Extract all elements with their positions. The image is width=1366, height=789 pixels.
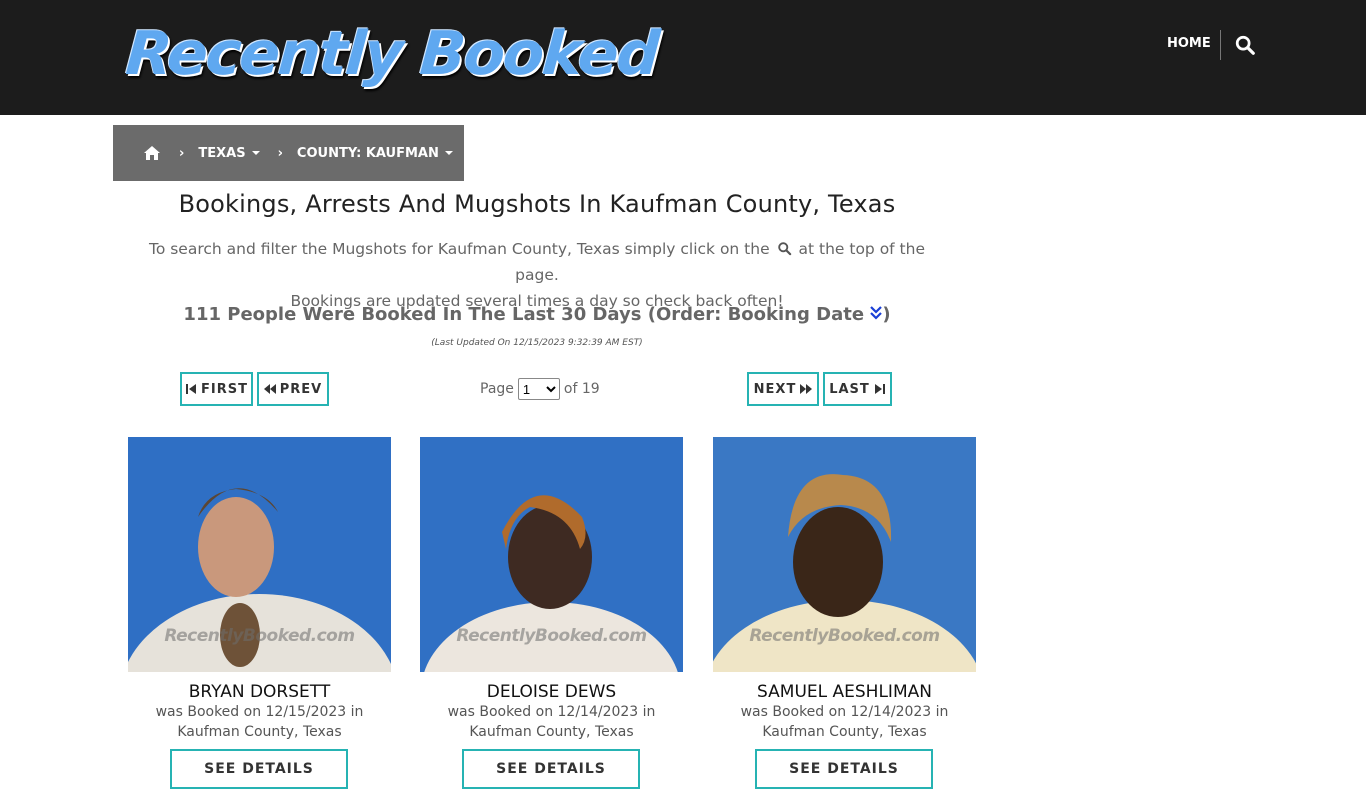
booking-date: was Booked on 12/15/2023 in xyxy=(155,704,364,720)
search-icon xyxy=(777,238,792,256)
watermark: RecentlyBooked.com xyxy=(456,626,647,646)
nav-home-link[interactable]: HOME xyxy=(1167,36,1211,51)
booking-card[interactable]: RecentlyBooked.com BRYAN DORSETT was Boo… xyxy=(128,437,391,789)
intro-part1: To search and filter the Mugshots for Ka… xyxy=(148,240,770,258)
fast-forward-icon xyxy=(800,384,813,394)
booking-count-text: 111 People Were Booked In The Last 30 Da… xyxy=(183,304,865,325)
breadcrumb-county-label: COUNTY: KAUFMAN xyxy=(296,145,439,161)
breadcrumb-county[interactable]: COUNTY: KAUFMAN xyxy=(297,146,453,161)
booking-location: Kaufman County, Texas xyxy=(762,724,927,740)
breadcrumb: › TEXAS › COUNTY: KAUFMAN xyxy=(113,125,464,181)
booking-card[interactable]: RecentlyBooked.com SAMUEL AESHLIMAN was … xyxy=(713,437,976,789)
chevron-right-icon: › xyxy=(179,145,185,161)
intro-text: To search and filter the Mugshots for Ka… xyxy=(127,236,947,314)
breadcrumb-state[interactable]: TEXAS xyxy=(198,145,260,161)
booking-date: was Booked on 12/14/2023 in xyxy=(740,704,949,720)
booking-location: Kaufman County, Texas xyxy=(177,724,342,740)
sort-order-icon[interactable] xyxy=(870,305,883,321)
first-icon xyxy=(186,384,197,394)
see-details-button[interactable]: SEE DETAILS xyxy=(462,749,640,789)
person-name[interactable]: BRYAN DORSETT xyxy=(128,682,391,702)
page-total: of 19 xyxy=(563,381,600,397)
see-details-button[interactable]: SEE DETAILS xyxy=(755,749,933,789)
person-name[interactable]: SAMUEL AESHLIMAN xyxy=(713,682,976,702)
booking-card[interactable]: RecentlyBooked.com DELOISE DEWS was Book… xyxy=(420,437,683,789)
first-label: FIRST xyxy=(201,381,248,397)
breadcrumb-state-label: TEXAS xyxy=(198,145,246,161)
caret-down-icon xyxy=(444,151,453,155)
caret-down-icon xyxy=(251,151,260,155)
last-updated: (Last Updated On 12/15/2023 9:32:39 AM E… xyxy=(431,338,643,348)
nav-divider xyxy=(1220,30,1221,60)
booking-date: was Booked on 12/14/2023 in xyxy=(447,704,656,720)
person-name[interactable]: DELOISE DEWS xyxy=(420,682,683,702)
page-label: Page xyxy=(480,381,514,397)
watermark: RecentlyBooked.com xyxy=(164,626,355,646)
booking-count: 111 People Were Booked In The Last 30 Da… xyxy=(127,304,947,325)
last-label: LAST xyxy=(829,381,870,397)
booking-location: Kaufman County, Texas xyxy=(469,724,634,740)
booking-count-close: ) xyxy=(882,304,891,325)
last-icon xyxy=(874,384,885,394)
next-page-button[interactable]: NEXT xyxy=(747,372,819,406)
next-label: NEXT xyxy=(753,381,797,397)
top-header: Recently Booked HOME xyxy=(0,0,1366,115)
chevron-right-icon: › xyxy=(277,145,283,161)
first-page-button[interactable]: FIRST xyxy=(180,372,253,406)
see-details-button[interactable]: SEE DETAILS xyxy=(170,749,348,789)
last-page-button[interactable]: LAST xyxy=(823,372,892,406)
mugshot-photo[interactable]: RecentlyBooked.com xyxy=(420,437,683,672)
page-selector: Page 1 of 19 xyxy=(480,378,600,400)
watermark: RecentlyBooked.com xyxy=(749,626,940,646)
search-icon[interactable] xyxy=(1234,34,1256,56)
page-select[interactable]: 1 xyxy=(517,378,560,400)
mugshot-photo[interactable]: RecentlyBooked.com xyxy=(128,437,391,672)
home-icon[interactable] xyxy=(143,145,161,161)
page-title: Bookings, Arrests And Mugshots In Kaufma… xyxy=(178,190,896,218)
mugshot-photo[interactable]: RecentlyBooked.com xyxy=(713,437,976,672)
site-logo[interactable]: Recently Booked xyxy=(123,14,661,94)
rewind-icon xyxy=(263,384,276,394)
prev-page-button[interactable]: PREV xyxy=(257,372,329,406)
prev-label: PREV xyxy=(279,381,323,397)
